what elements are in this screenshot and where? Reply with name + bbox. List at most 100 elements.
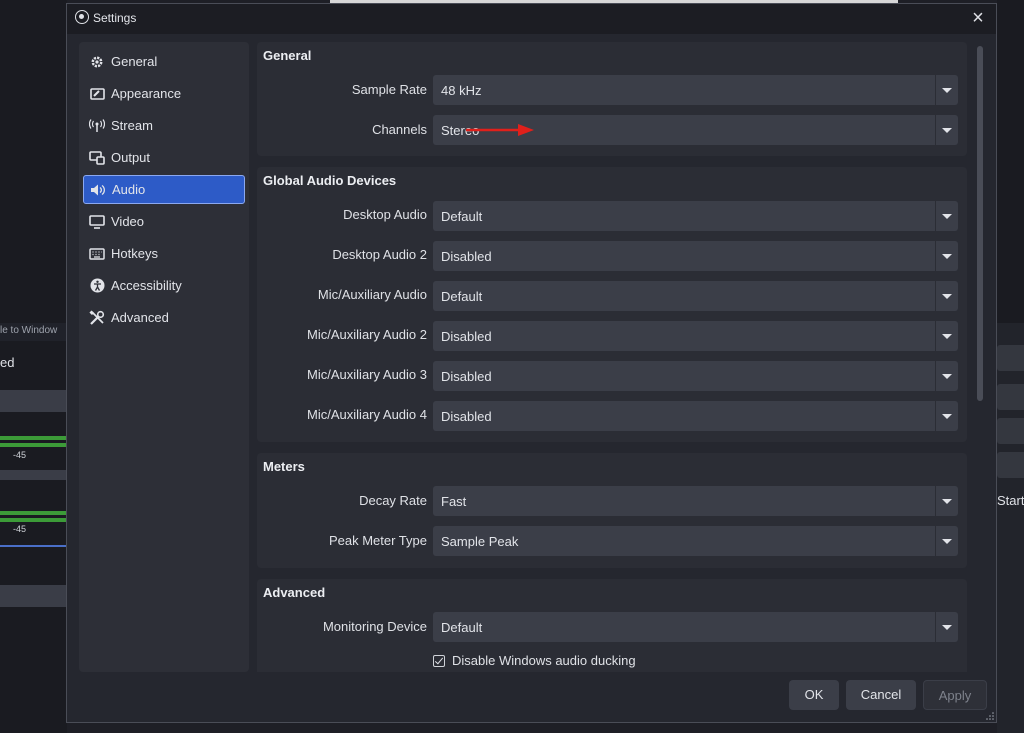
gear-icon [89, 54, 105, 70]
mic-aux-audio-2-label: Mic/Auxiliary Audio 2 [307, 327, 427, 342]
sidebar-item-output[interactable]: Output [83, 143, 245, 172]
sidebar-item-advanced[interactable]: Advanced [83, 303, 245, 332]
background-right-row [997, 384, 1024, 410]
mic-aux-audio-4-select[interactable]: Disabled [433, 401, 958, 431]
select-value: Fast [441, 494, 467, 509]
global-audio-devices-group: Global Audio Devices Desktop Audio Defau… [257, 167, 967, 442]
chevron-down-icon [935, 201, 958, 231]
sample-rate-select[interactable]: 48 kHz [433, 75, 958, 105]
sidebar-item-label: Stream [111, 118, 153, 133]
background-strip [0, 470, 67, 480]
antenna-icon [89, 118, 105, 134]
annotation-arrow-icon [466, 124, 534, 136]
title-bar: Settings × [67, 4, 996, 34]
group-title: Advanced [263, 585, 326, 600]
group-title: General [263, 48, 312, 63]
sidebar-item-accessibility[interactable]: Accessibility [83, 271, 245, 300]
background-meter-tick: -45 [13, 450, 27, 460]
sidebar-item-video[interactable]: Video [83, 207, 245, 236]
keyboard-icon [89, 246, 105, 262]
cancel-button[interactable]: Cancel [846, 680, 916, 710]
desktop-audio-2-select[interactable]: Disabled [433, 241, 958, 271]
sidebar-item-label: Accessibility [111, 278, 182, 293]
peak-meter-type-label: Peak Meter Type [328, 533, 427, 548]
sample-rate-label: Sample Rate [351, 82, 427, 97]
sidebar-item-general[interactable]: General [83, 47, 245, 76]
sidebar-item-label: Video [111, 214, 145, 229]
select-value: Disabled [441, 329, 492, 344]
chevron-down-icon [935, 281, 958, 311]
background-meter-bar [0, 518, 67, 522]
apply-button[interactable]: Apply [923, 680, 987, 710]
dialog-title: Settings [93, 11, 137, 25]
mic-aux-audio-select[interactable]: Default [433, 281, 958, 311]
background-right-row [997, 418, 1024, 444]
chevron-down-icon [935, 612, 958, 642]
decay-rate-label: Decay Rate [359, 493, 427, 508]
obs-logo-icon [75, 10, 89, 24]
decay-rate-select[interactable]: Fast [433, 486, 958, 516]
chevron-down-icon [935, 526, 958, 556]
select-value: Disabled [441, 249, 492, 264]
mic-aux-audio-3-select[interactable]: Disabled [433, 361, 958, 391]
background-start-label: Start [997, 493, 1024, 508]
meters-group: Meters Decay Rate Fast Peak Meter Type S… [257, 453, 967, 568]
select-value: Default [441, 620, 483, 635]
checkbox-checked[interactable] [433, 654, 445, 667]
sidebar-item-hotkeys[interactable]: Hotkeys [83, 239, 245, 268]
select-value: 48 kHz [441, 83, 482, 98]
select-value: Default [441, 289, 483, 304]
tools-icon [89, 309, 105, 326]
sidebar-item-label: Advanced [111, 310, 169, 325]
mic-aux-audio-label: Mic/Auxiliary Audio [317, 287, 427, 302]
select-value: Disabled [441, 369, 492, 384]
sidebar-item-audio[interactable]: Audio [83, 175, 245, 204]
content-scrollbar[interactable] [977, 46, 983, 401]
monitoring-device-select[interactable]: Default [433, 612, 958, 642]
background-strip [0, 585, 67, 607]
background-right-row [997, 345, 1024, 371]
mic-aux-audio-3-label: Mic/Auxiliary Audio 3 [307, 367, 427, 382]
ok-button[interactable]: OK [789, 680, 839, 710]
background-meter-bar [0, 436, 67, 440]
speaker-icon [90, 182, 106, 198]
background-left-label: le to Window [0, 323, 67, 341]
chevron-down-icon [935, 241, 958, 271]
settings-content: General Sample Rate 48 kHz Channels Ster… [257, 42, 967, 672]
chevron-down-icon [935, 486, 958, 516]
group-title: Global Audio Devices [263, 173, 397, 188]
background-left-label-2: ed [0, 355, 15, 370]
appearance-icon [89, 86, 105, 102]
mic-aux-audio-2-select[interactable]: Disabled [433, 321, 958, 351]
chevron-down-icon [935, 321, 958, 351]
channels-label: Channels [372, 122, 427, 137]
mic-aux-audio-4-label: Mic/Auxiliary Audio 4 [307, 407, 427, 422]
output-icon [89, 150, 105, 166]
select-value: Sample Peak [441, 534, 519, 549]
chevron-down-icon [935, 115, 958, 145]
chevron-down-icon [935, 401, 958, 431]
sidebar-item-appearance[interactable]: Appearance [83, 79, 245, 108]
resize-grip-icon[interactable] [986, 712, 994, 720]
disable-audio-ducking-checkbox[interactable]: Disable Windows audio ducking [433, 653, 636, 668]
sidebar-item-label: Hotkeys [111, 246, 158, 261]
sidebar-item-label: Audio [112, 182, 146, 197]
sidebar-item-label: General [111, 54, 158, 69]
background-volume-line [0, 545, 67, 547]
peak-meter-type-select[interactable]: Sample Peak [433, 526, 958, 556]
monitoring-device-label: Monitoring Device [322, 619, 427, 634]
sidebar-item-label: Appearance [111, 86, 182, 101]
desktop-audio-label: Desktop Audio [343, 207, 427, 222]
close-icon[interactable]: × [967, 7, 989, 29]
advanced-group: Advanced Monitoring Device Default Disab… [257, 579, 967, 672]
settings-dialog: Settings × General Appearance Stream Out… [66, 3, 997, 723]
group-title: Meters [263, 459, 305, 474]
select-value: Disabled [441, 409, 492, 424]
general-group: General Sample Rate 48 kHz Channels Ster… [257, 42, 967, 156]
sidebar-item-label: Output [111, 150, 151, 165]
background-strip [0, 390, 67, 412]
sidebar-item-stream[interactable]: Stream [83, 111, 245, 140]
settings-sidebar: General Appearance Stream Output Audio V… [79, 42, 249, 672]
accessibility-icon [89, 278, 105, 294]
desktop-audio-select[interactable]: Default [433, 201, 958, 231]
